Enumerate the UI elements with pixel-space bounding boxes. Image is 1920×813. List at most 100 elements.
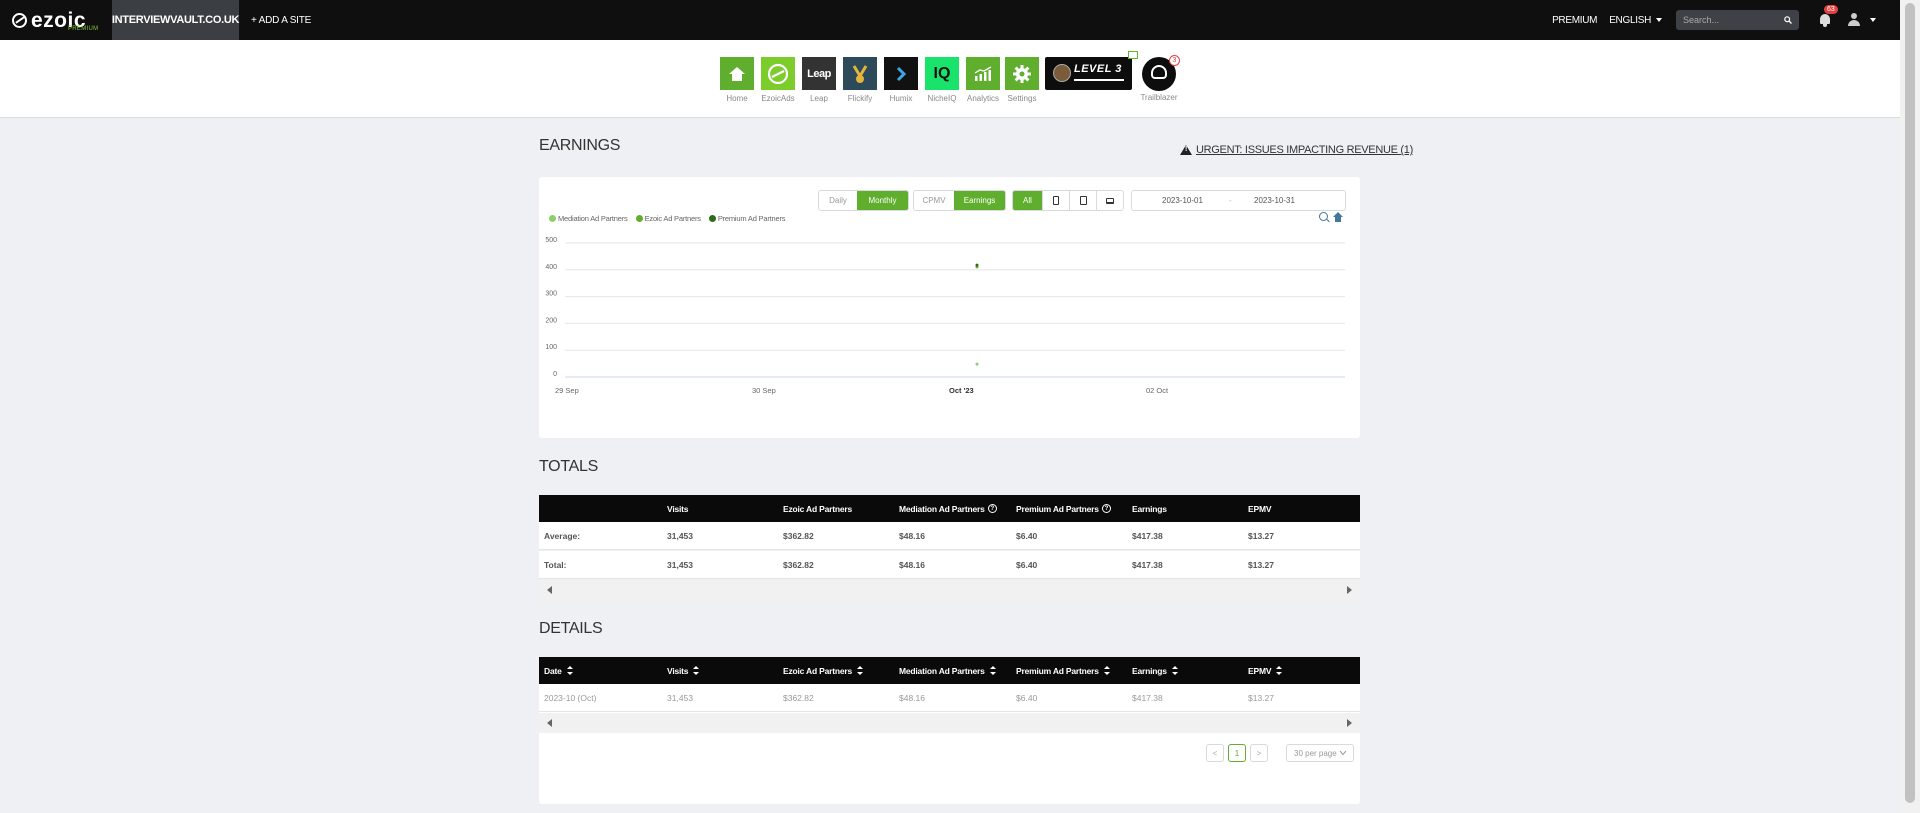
x-tick-label: 02 Oct xyxy=(1146,386,1169,395)
legend-item-premium[interactable]: Premium Ad Partners xyxy=(708,214,785,223)
ezoicads-icon xyxy=(761,57,795,90)
site-selector[interactable]: INTERVIEWVAULT.CO.UK xyxy=(112,0,239,40)
mobile-icon xyxy=(1053,196,1059,205)
th-date[interactable]: Date xyxy=(544,657,573,684)
th-ezoic[interactable]: Ezoic Ad Partners xyxy=(783,657,864,684)
scroll-left-icon[interactable] xyxy=(547,586,552,594)
per-page-select[interactable]: 30 per page xyxy=(1286,744,1354,762)
th-visits[interactable]: Visits xyxy=(667,657,700,684)
monthly-button[interactable]: Monthly xyxy=(857,191,908,210)
language-label: ENGLISH xyxy=(1609,14,1651,26)
language-dropdown[interactable]: ENGLISH xyxy=(1609,15,1662,26)
level-text: LEVEL 3 xyxy=(1074,63,1122,75)
avatar xyxy=(1053,64,1071,82)
help-icon[interactable]: ? xyxy=(987,504,997,513)
th-epmv[interactable]: EPMV xyxy=(1248,657,1283,684)
date-range-picker[interactable]: 2023-10-01 - 2023-10-31 xyxy=(1131,190,1346,211)
caret-down-icon xyxy=(1656,17,1662,22)
scroll-right-icon[interactable] xyxy=(1347,719,1352,727)
notifications-bell[interactable]: 63 xyxy=(1817,5,1838,28)
th-mediation[interactable]: Mediation Ad Partners xyxy=(899,657,996,684)
gear-icon xyxy=(1005,57,1039,90)
x-tick-label: 29 Sep xyxy=(555,386,579,395)
user-icon[interactable] xyxy=(1847,13,1861,27)
date-start: 2023-10-01 xyxy=(1162,196,1203,205)
help-icon[interactable]: ? xyxy=(1101,504,1111,513)
earnings-title: EARNINGS xyxy=(539,137,621,154)
zoom-icon[interactable] xyxy=(1319,212,1328,221)
topbar-right: PREMIUM ENGLISH 63 xyxy=(1552,0,1900,40)
data-point xyxy=(975,362,979,366)
th-epmv: EPMV xyxy=(1248,503,1272,514)
sort-icon xyxy=(1171,666,1178,675)
desktop-button[interactable] xyxy=(1096,191,1123,210)
legend-item-mediation[interactable]: Mediation Ad Partners xyxy=(549,214,628,223)
th-premium[interactable]: Premium Ad Partners xyxy=(1016,657,1110,684)
pagination-prev[interactable]: < xyxy=(1206,744,1224,762)
pagination: < 1 > xyxy=(1206,744,1272,762)
pagination-next[interactable]: > xyxy=(1250,744,1268,762)
desktop-icon xyxy=(1106,197,1114,204)
search-input[interactable] xyxy=(1683,15,1773,25)
app-settings[interactable]: Settings xyxy=(1005,57,1039,103)
urgent-issues-link[interactable]: URGENT: ISSUES IMPACTING REVENUE (1) xyxy=(1180,144,1413,156)
totals-horizontal-scrollbar[interactable] xyxy=(539,580,1360,600)
app-ezoicads[interactable]: EzoicAds xyxy=(761,57,795,103)
details-title: DETAILS xyxy=(539,620,603,637)
premium-link[interactable]: PREMIUM xyxy=(1552,15,1597,26)
nicheiq-icon: IQ xyxy=(925,57,959,90)
reset-zoom-home-icon[interactable] xyxy=(1333,212,1343,222)
level-badge[interactable]: LEVEL 3 xyxy=(1045,51,1138,90)
y-tick-label: 300 xyxy=(545,291,557,298)
chevron-down-icon xyxy=(1339,750,1347,756)
notifications-badge: 63 xyxy=(1824,5,1838,14)
user-caret-icon[interactable] xyxy=(1870,18,1876,22)
daily-button[interactable]: Daily xyxy=(819,191,857,210)
cpmv-button[interactable]: CPMV xyxy=(914,191,954,210)
earnings-button[interactable]: Earnings xyxy=(954,191,1005,210)
trailblazer-icon: 3 xyxy=(1142,55,1180,91)
app-home[interactable]: Home xyxy=(720,57,754,103)
table-row: Total: 31,453 $362.82 $48.16 $6.40 $417.… xyxy=(539,551,1360,579)
y-tick-label: 400 xyxy=(545,264,557,271)
ezoic-logo[interactable]: ezoic PREMIUM xyxy=(0,0,112,40)
scrollbar-thumb[interactable] xyxy=(1905,3,1915,803)
humix-icon xyxy=(884,57,918,90)
th-earnings: Earnings xyxy=(1132,503,1167,514)
th-earnings[interactable]: Earnings xyxy=(1132,657,1178,684)
search-icon[interactable] xyxy=(1784,16,1792,24)
pagination-page-1[interactable]: 1 xyxy=(1228,744,1246,762)
add-site-link[interactable]: + ADD A SITE xyxy=(251,15,311,26)
earnings-chart: 0 100 200 300 400 500 29 Sep 30 Sep Oct '23 02 Oc… xyxy=(545,237,1345,395)
app-flickify[interactable]: Flickify xyxy=(843,57,877,103)
mobile-button[interactable] xyxy=(1042,191,1069,210)
scroll-left-icon[interactable] xyxy=(547,719,552,727)
th-ezoic: Ezoic Ad Partners xyxy=(783,503,853,514)
trailblazer-badge: 3 xyxy=(1169,55,1180,66)
app-leap[interactable]: Leap Leap xyxy=(802,57,836,103)
y-tick-label: 100 xyxy=(545,344,557,351)
tablet-button[interactable] xyxy=(1069,191,1096,210)
sort-icon xyxy=(1276,666,1283,675)
device-all-button[interactable]: All xyxy=(1013,191,1042,210)
envelope-icon[interactable] xyxy=(1128,51,1138,59)
page-vertical-scrollbar[interactable] xyxy=(1900,0,1920,813)
details-horizontal-scrollbar[interactable] xyxy=(539,713,1360,733)
y-tick-label: 500 xyxy=(545,237,557,244)
level-progress xyxy=(1074,79,1124,81)
legend-item-ezoic[interactable]: Ezoic Ad Partners xyxy=(635,214,701,223)
leap-icon: Leap xyxy=(802,57,836,90)
y-tick-label: 200 xyxy=(545,317,557,324)
table-row: Average: 31,453 $362.82 $48.16 $6.40 $41… xyxy=(539,522,1360,550)
app-trailblazer[interactable]: 3 Trailblazer xyxy=(1140,55,1180,102)
analytics-icon xyxy=(966,57,1000,90)
logo-sub: PREMIUM xyxy=(68,26,99,32)
totals-title: TOTALS xyxy=(539,458,598,475)
scroll-right-icon[interactable] xyxy=(1347,586,1352,594)
date-separator: - xyxy=(1229,196,1232,205)
top-navbar: ezoic PREMIUM INTERVIEWVAULT.CO.UK + ADD… xyxy=(0,0,1900,40)
app-humix[interactable]: Humix xyxy=(884,57,918,103)
earnings-card: Daily Monthly CPMV Earnings All 2023-10-… xyxy=(539,177,1360,438)
app-nicheiq[interactable]: IQ NicheIQ xyxy=(925,57,959,103)
data-point xyxy=(975,263,979,267)
